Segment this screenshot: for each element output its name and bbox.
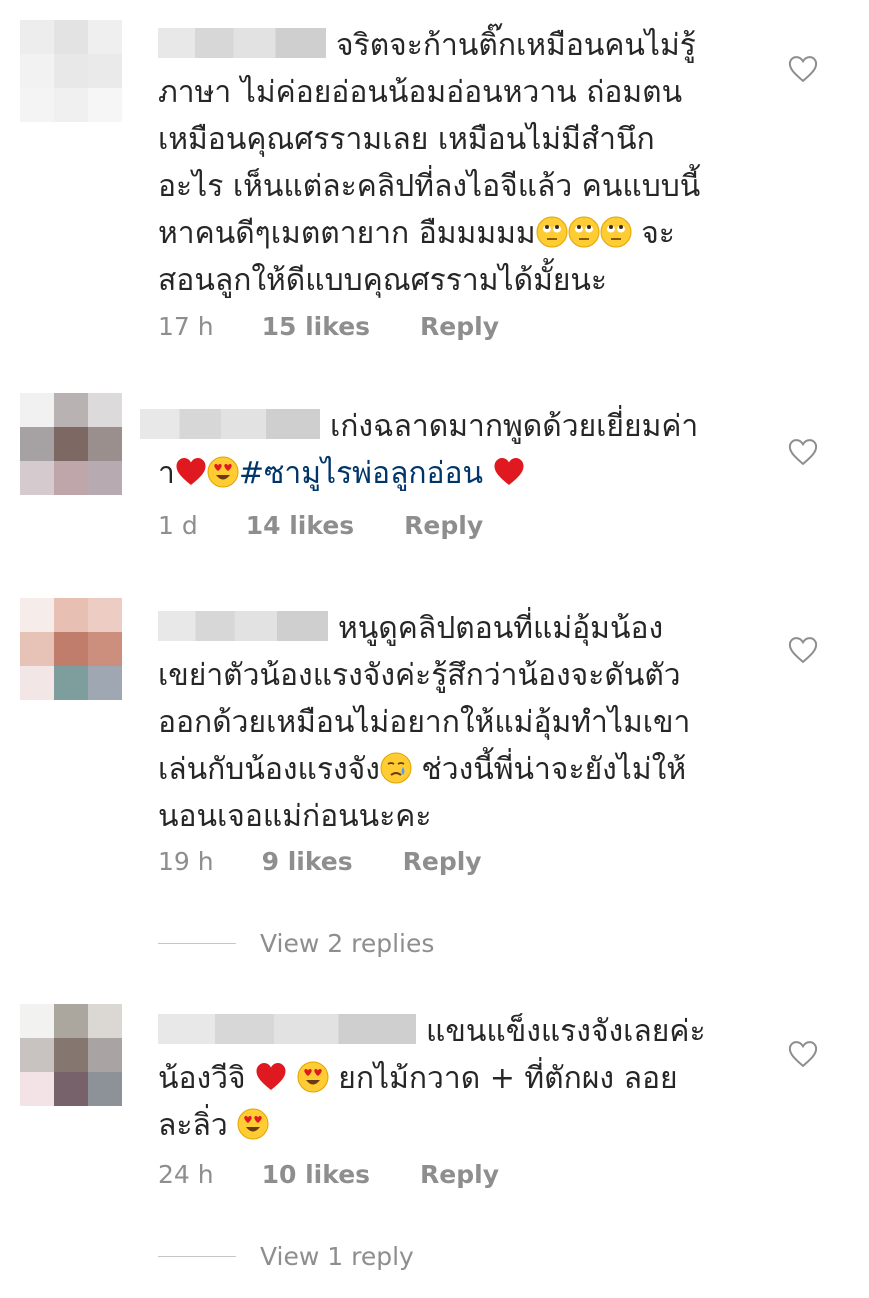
divider-line xyxy=(158,1256,236,1257)
reply-button[interactable]: Reply xyxy=(420,312,499,341)
view-replies-button[interactable]: View 2 replies xyxy=(158,929,434,958)
like-heart-icon[interactable] xyxy=(788,636,818,664)
eye-roll-emoji xyxy=(600,216,632,248)
avatar[interactable] xyxy=(20,598,122,700)
timestamp: 24 h xyxy=(158,1160,214,1189)
reply-button[interactable]: Reply xyxy=(420,1160,499,1189)
likes-count[interactable]: 14 likes xyxy=(246,511,354,540)
hashtag-link[interactable]: #ซามูไรพ่อลูกอ่อน xyxy=(239,456,483,491)
timestamp: 1 d xyxy=(158,511,198,540)
comment-body: แขนแข็งแรงจังเลยค่ะ น้องวีจิ ยกไม้กวาด +… xyxy=(158,1008,758,1149)
comment-body: จริตจะก้านติ๊กเหมือนคนไม่รู้ ภาษา ไม่ค่อ… xyxy=(158,22,758,304)
like-heart-icon[interactable] xyxy=(788,438,818,466)
avatar[interactable] xyxy=(20,1004,122,1106)
username-blurred[interactable] xyxy=(158,28,326,58)
timestamp: 19 h xyxy=(158,847,214,876)
red-heart-emoji xyxy=(176,458,206,485)
likes-count[interactable]: 9 likes xyxy=(262,847,353,876)
username-blurred[interactable] xyxy=(158,611,328,641)
avatar[interactable] xyxy=(20,393,122,495)
comment-meta: 1 d 14 likes Reply xyxy=(158,511,483,540)
red-heart-emoji xyxy=(256,1063,286,1090)
crying-face-emoji xyxy=(380,752,412,784)
eye-roll-emoji xyxy=(536,216,568,248)
reply-button[interactable]: Reply xyxy=(403,847,482,876)
likes-count[interactable]: 10 likes xyxy=(262,1160,370,1189)
view-replies-button[interactable]: View 1 reply xyxy=(158,1242,414,1271)
avatar[interactable] xyxy=(20,20,122,122)
heart-eyes-emoji xyxy=(207,456,239,488)
timestamp: 17 h xyxy=(158,312,214,341)
divider-line xyxy=(158,943,236,944)
like-heart-icon[interactable] xyxy=(788,1040,818,1068)
comment-meta: 19 h 9 likes Reply xyxy=(158,847,482,876)
view-replies-label: View 1 reply xyxy=(260,1242,414,1271)
view-replies-label: View 2 replies xyxy=(260,929,435,958)
heart-eyes-emoji xyxy=(237,1108,269,1140)
likes-count[interactable]: 15 likes xyxy=(262,312,370,341)
comment-meta: 24 h 10 likes Reply xyxy=(158,1160,499,1189)
comment-body: เก่งฉลาดมากพูดด้วยเยี่ยมค่า า #ซามูไรพ่อล… xyxy=(140,403,758,497)
like-heart-icon[interactable] xyxy=(788,55,818,83)
heart-eyes-emoji xyxy=(297,1061,329,1093)
comment-body: หนูดูคลิปตอนที่แม่อุ้มน้อง เขย่าตัวน้องแ… xyxy=(158,605,758,840)
eye-roll-emoji xyxy=(568,216,600,248)
username-blurred[interactable] xyxy=(140,409,320,439)
reply-button[interactable]: Reply xyxy=(404,511,483,540)
username-blurred[interactable] xyxy=(158,1014,416,1044)
red-heart-emoji xyxy=(494,458,524,485)
comment-meta: 17 h 15 likes Reply xyxy=(158,312,499,341)
